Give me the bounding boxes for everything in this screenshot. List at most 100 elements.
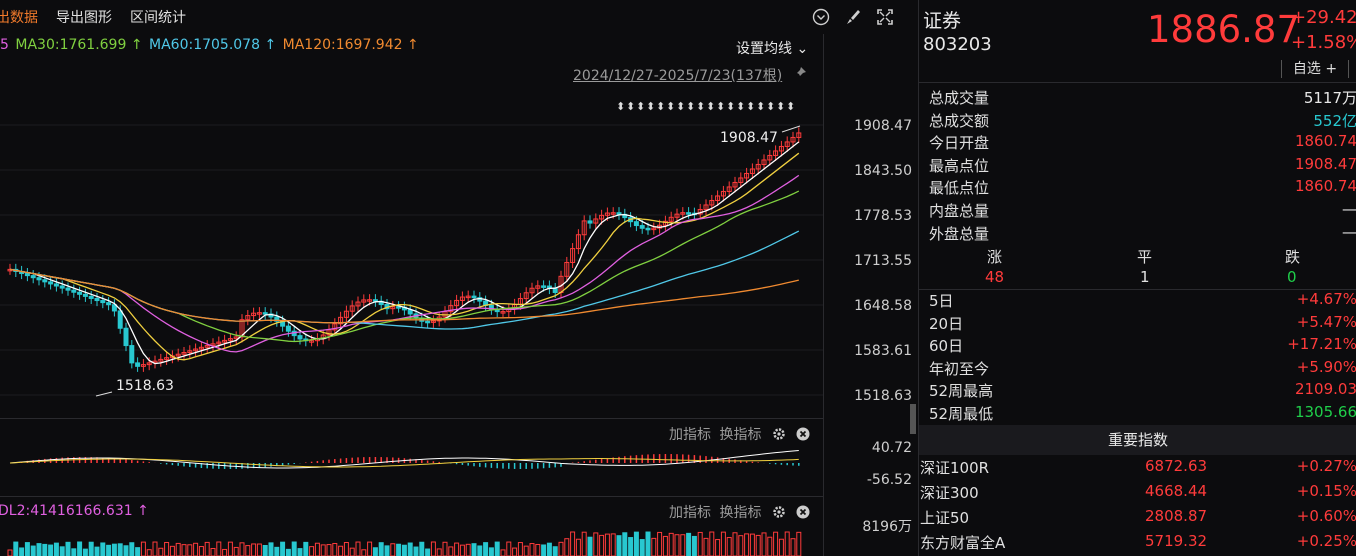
switch-indicator-button[interactable]: 换指标 — [719, 427, 761, 443]
index-name: 东方财富全A — [920, 534, 1006, 552]
candle-body — [123, 327, 129, 347]
volume-bar — [645, 531, 651, 556]
kline-chart-panel[interactable]: 出数据 导出图形 区间统计 5 MA30:1761.699 ↑ MA60:170… — [0, 0, 916, 556]
volume-bar — [378, 542, 384, 556]
signal-arrow: ⬍ — [786, 100, 795, 113]
volume-bar — [651, 537, 657, 556]
volume-bar — [175, 542, 181, 556]
perf-label: 52周最高 — [929, 382, 994, 401]
candle-body — [471, 295, 477, 299]
candle-body — [541, 285, 547, 288]
volume-bar — [372, 547, 378, 556]
volume-bar — [628, 537, 634, 556]
volume-bar — [320, 544, 326, 556]
add-indicator-button[interactable]: 加指标 — [669, 427, 711, 443]
signal-arrow: ⬍ — [616, 100, 625, 113]
signal-arrow: ⬍ — [776, 100, 785, 113]
tab-stats[interactable]: 区间统计 — [130, 7, 186, 27]
volume-bar — [488, 547, 494, 556]
gear-icon[interactable] — [772, 505, 786, 519]
switch-indicator-button[interactable]: 换指标 — [719, 505, 761, 521]
volume-bar — [459, 544, 465, 556]
perf-label: 年初至今 — [929, 359, 990, 378]
add-watchlist-button[interactable]: 自选 + — [1281, 60, 1349, 78]
tab-data[interactable]: 出数据 — [0, 7, 38, 27]
perf-value: +5.90% — [1296, 357, 1356, 376]
volume-bar — [471, 543, 477, 556]
volume-bar — [755, 534, 761, 556]
volume-bar — [477, 545, 483, 556]
volume-bar — [309, 546, 315, 556]
volume-bar — [193, 542, 199, 556]
tab-export[interactable]: 导出图形 — [56, 7, 112, 27]
close-icon[interactable] — [796, 427, 810, 441]
volume-bar — [36, 543, 42, 556]
candle-body — [297, 335, 303, 340]
brush-icon[interactable] — [844, 8, 862, 26]
perf-value: 2109.03 — [1294, 380, 1356, 399]
panel-splitter-handle[interactable] — [910, 404, 916, 434]
add-indicator-button[interactable]: 加指标 — [669, 505, 711, 521]
pin-icon[interactable] — [793, 66, 807, 80]
candle-body — [686, 212, 692, 215]
axis-label: 1518.63 — [854, 388, 912, 404]
index-row[interactable]: 深证100R 6872.63 +0.27% — [919, 457, 1356, 482]
volume-bar — [53, 542, 59, 556]
volume-bar — [384, 545, 390, 556]
volume-bar — [111, 543, 117, 556]
volume-bar — [529, 543, 535, 556]
volume-bar — [19, 547, 25, 556]
perf-value: +4.67% — [1296, 290, 1356, 308]
index-row[interactable]: 上证50 2808.87 +0.60% — [919, 507, 1356, 532]
volume-bar — [483, 542, 489, 556]
gear-icon[interactable] — [772, 427, 786, 441]
ma60-label: MA60:1705.078 ↑ — [149, 37, 277, 53]
volume-bar — [129, 542, 135, 556]
volume-bar — [123, 545, 129, 556]
volume-bar — [164, 541, 170, 556]
volume-bar — [42, 543, 48, 556]
volume-bar — [657, 531, 663, 556]
candle-body — [587, 220, 593, 224]
ma-settings-dropdown[interactable]: 设置均线 ⌄ — [736, 38, 808, 58]
ma-settings-label: 设置均线 — [736, 41, 792, 57]
ma-prefix: 5 — [0, 37, 9, 53]
volume-bar — [181, 544, 187, 556]
index-row[interactable]: 东方财富全A 5719.32 +0.25% — [919, 532, 1356, 556]
volume-bar — [616, 535, 622, 556]
candle-body — [65, 287, 71, 291]
volume-bar — [686, 532, 692, 556]
volume-bar — [204, 541, 210, 556]
indices-header: 重要指数 — [919, 425, 1356, 455]
candle-body — [82, 293, 88, 297]
candle-body — [77, 291, 83, 295]
fullscreen-icon[interactable] — [876, 8, 894, 26]
volume-bar — [587, 536, 593, 556]
index-row[interactable]: 深证300 4668.44 +0.15% — [919, 482, 1356, 507]
stat-label: 内盘总量 — [929, 202, 990, 220]
perf-row: 52周最高 2109.03 — [929, 380, 1356, 402]
candle-body — [425, 320, 431, 324]
close-icon[interactable] — [796, 505, 810, 519]
volume-bar — [158, 547, 164, 556]
perf-value: +5.47% — [1296, 312, 1356, 331]
volume-bar — [256, 543, 262, 556]
volume-bar — [442, 541, 448, 556]
chevron-down-circle-icon[interactable] — [812, 8, 830, 26]
axis-label: 1778.53 — [854, 208, 912, 224]
candle-body — [59, 285, 65, 289]
volume-bar — [796, 531, 802, 556]
candle-body — [135, 362, 141, 367]
candlestick-plot[interactable]: ⬍ ⬍ ⬍ ⬍ ⬍ ⬍ ⬍ ⬍ ⬍ ⬍ ⬍ ⬍ ⬍ ⬍ ⬍ ⬍ ⬍ ⬍ — [0, 80, 824, 556]
candle-body — [117, 310, 123, 329]
volume-bar — [227, 541, 233, 556]
volume-bar — [355, 541, 361, 556]
stat-label: 总成交量 — [929, 89, 990, 107]
volume-bar — [245, 545, 251, 556]
signal-arrow: ⬍ — [766, 100, 775, 113]
volume-bar — [691, 535, 697, 556]
axis-label: 1648.58 — [854, 298, 912, 314]
stat-value: 5117万 — [1303, 89, 1356, 107]
volume-bar — [767, 536, 773, 556]
stat-value: 552亿 — [1313, 111, 1356, 130]
